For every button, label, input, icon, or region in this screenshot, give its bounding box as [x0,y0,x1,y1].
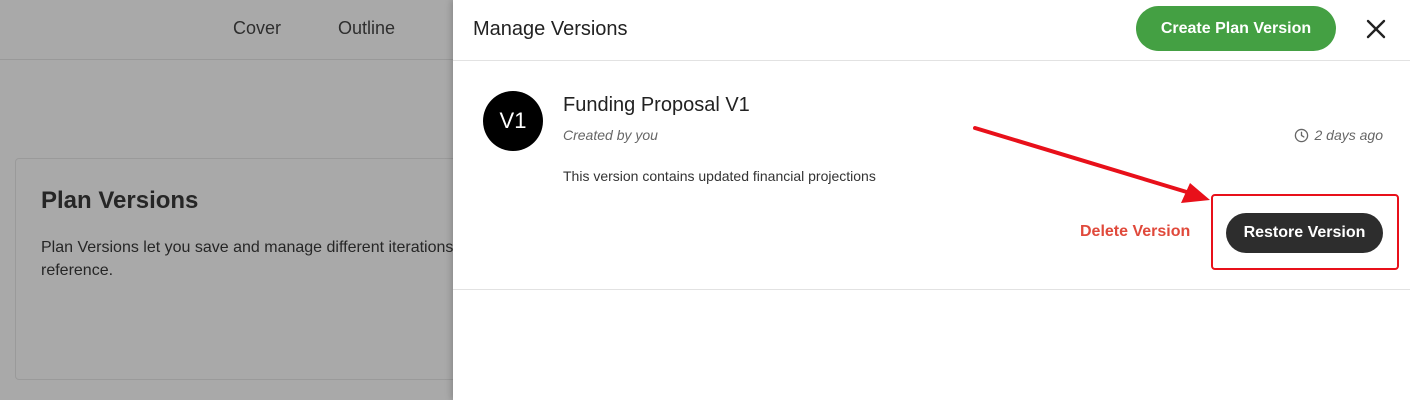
timestamp-text: 2 days ago [1314,127,1384,143]
tab-outline[interactable]: Outline [338,18,395,39]
delete-version-button[interactable]: Delete Version [1080,223,1190,241]
version-description: This version contains updated financial … [563,168,876,184]
plan-versions-card: Plan Versions Plan Versions let you save… [15,158,485,380]
version-created-by: Created by you [563,127,658,143]
manage-versions-drawer: Manage Versions Create Plan Version V1 F… [453,0,1410,400]
close-icon[interactable] [1364,17,1388,41]
drawer-title: Manage Versions [473,18,628,40]
card-title: Plan Versions [41,187,199,214]
card-text: Plan Versions let you save and manage di… [41,239,454,279]
version-item: V1 Funding Proposal V1 Created by you 2 … [453,61,1410,290]
version-timestamp: 2 days ago [1294,127,1384,143]
version-name: Funding Proposal V1 [563,94,750,116]
drawer-header: Manage Versions Create Plan Version [453,0,1410,61]
restore-version-button[interactable]: Restore Version [1226,213,1383,253]
create-plan-version-button[interactable]: Create Plan Version [1136,6,1336,51]
tab-cover[interactable]: Cover [233,18,281,39]
clock-icon [1294,128,1309,143]
version-avatar: V1 [483,91,543,151]
